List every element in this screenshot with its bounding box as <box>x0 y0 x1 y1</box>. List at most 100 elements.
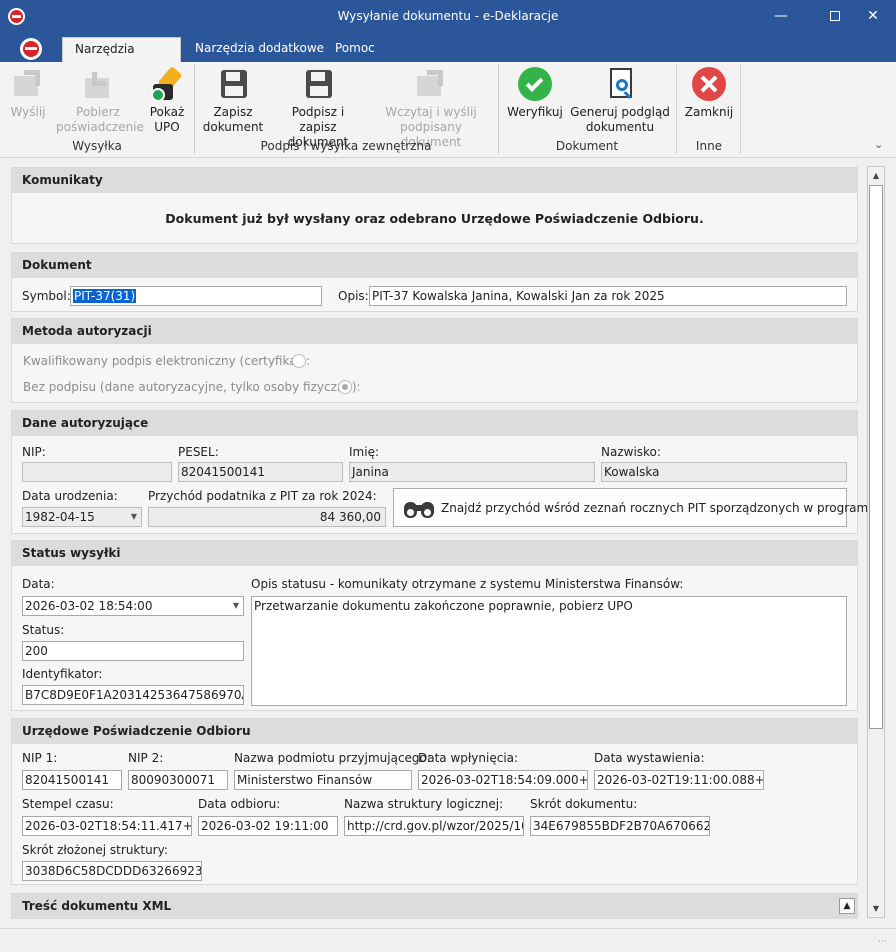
status-bar: ⋯ <box>0 928 896 952</box>
opis-label: Opis: <box>338 289 369 303</box>
app-menu-icon[interactable] <box>20 38 42 60</box>
przychod-field[interactable]: 84 360,00 <box>148 507 386 527</box>
dokument-header: Dokument <box>12 253 857 278</box>
komunikaty-header: Komunikaty <box>12 168 857 193</box>
opis-statusu-label: Opis statusu - komunikaty otrzymane z sy… <box>251 577 684 591</box>
komunikat-message: Dokument już był wysłany oraz odebrano U… <box>165 211 704 226</box>
symbol-input[interactable]: PIT-37(31) <box>70 286 322 306</box>
group-inne-label: Inne <box>695 139 723 153</box>
nip-field[interactable] <box>22 462 172 482</box>
podmiot-field[interactable]: Ministerstwo Finansów <box>234 770 412 790</box>
zapisz-dokument-button[interactable]: Zapisz dokument <box>200 66 266 135</box>
identyfikator-field[interactable]: B7C8D9E0F1A20314253647586970A1B <box>22 685 244 705</box>
weryfikuj-button[interactable]: Weryfikuj <box>504 66 566 120</box>
data-label: Data: <box>22 577 55 591</box>
scroll-down-icon[interactable]: ▼ <box>868 900 884 917</box>
data-wplyniecia-field[interactable]: 2026-03-02T18:54:09.000+01 <box>418 770 588 790</box>
chevron-up-icon[interactable]: ▲ <box>839 898 855 914</box>
dane-header: Dane autoryzujące <box>12 411 857 436</box>
skrot-struktury-label: Skrót złożonej struktury: <box>22 843 168 857</box>
pokaz-upo-button[interactable]: Pokaż UPO <box>146 66 188 135</box>
podpisz-i-zapisz-button[interactable]: Podpisz i zapisz dokument <box>272 66 364 150</box>
scroll-up-icon[interactable]: ▲ <box>868 167 884 184</box>
komunikaty-section: Komunikaty Dokument już był wysłany oraz… <box>11 167 858 244</box>
nip-label: NIP: <box>22 445 46 459</box>
chevron-down-icon: ▼ <box>130 512 137 521</box>
tab-narzedzia-glowne[interactable]: Narzędzia główne <box>62 37 181 79</box>
ribbon-separator <box>676 64 677 154</box>
document-preview-icon <box>602 66 638 102</box>
ribbon-separator <box>194 64 195 154</box>
ribbon: Wyślij Pobierz poświadczenie Pokaż UPO W… <box>0 62 896 158</box>
znajdz-przychod-button[interactable]: Znajdź przychód wśród zeznań rocznych PI… <box>393 488 879 527</box>
chevron-down-icon: ▼ <box>232 601 239 610</box>
minimize-button[interactable]: — <box>758 0 804 33</box>
stempel-label: Stempel czasu: <box>22 797 114 811</box>
skrot-struktury-field[interactable]: 3038D6C58DCDDD63266923A41 <box>22 861 202 881</box>
group-wysylka-label: Wysyłka <box>72 139 122 153</box>
dokument-section: Dokument Symbol: PIT-37(31) Opis: PIT-37… <box>11 252 858 312</box>
zamknij-button[interactable]: Zamknij <box>682 66 736 120</box>
bez-podpisu-radio[interactable] <box>338 380 352 394</box>
opis-statusu-textarea[interactable]: Przetwarzanie dokumentu zakończone popra… <box>251 596 847 706</box>
floppy-disk-icon <box>300 66 336 102</box>
close-button[interactable]: ✕ <box>850 0 896 33</box>
download-icon <box>80 66 116 102</box>
send-icon <box>10 66 46 102</box>
status-field[interactable]: 200 <box>22 641 244 661</box>
ribbon-tabs: Narzędzia główne Narzędzia dodatkowe Pom… <box>0 33 896 79</box>
data-wystawienia-label: Data wystawienia: <box>594 751 705 765</box>
floppy-disk-icon <box>215 66 251 102</box>
vertical-scrollbar[interactable]: ▲ ▼ <box>867 166 885 918</box>
kwalifikowany-label: Kwalifikowany podpis elektroniczny (cert… <box>23 354 311 368</box>
xml-section: Treść dokumentu XML ▲ <box>11 893 858 919</box>
pobierz-poswiadczenie-button[interactable]: Pobierz poświadczenie <box>56 66 144 135</box>
group-dokument-label: Dokument <box>555 139 619 153</box>
skrot-dokumentu-label: Skrót dokumentu: <box>530 797 638 811</box>
scroll-thumb[interactable] <box>869 185 883 729</box>
skrot-dokumentu-field[interactable]: 34E679855BDF2B70A670662CB <box>530 816 710 836</box>
podmiot-label: Nazwa podmiotu przyjmującego: <box>234 751 431 765</box>
ribbon-collapse-icon[interactable]: ⌄ <box>874 138 883 151</box>
stempel-field[interactable]: 2026-03-02T18:54:11.417+01 <box>22 816 192 836</box>
wczytaj-i-wyslij-button[interactable]: Wczytaj i wyślij podpisany dokument <box>370 66 492 150</box>
struktura-label: Nazwa struktury logicznej: <box>344 797 504 811</box>
data-combo[interactable]: 2026-03-02 18:54:00 ▼ <box>22 596 244 616</box>
imie-field[interactable]: Janina <box>349 462 595 482</box>
xml-header: Treść dokumentu XML <box>12 894 857 919</box>
tab-narzedzia-dodatkowe[interactable]: Narzędzia dodatkowe <box>183 37 336 62</box>
data-wplyniecia-label: Data wpłynięcia: <box>418 751 519 765</box>
pesel-label: PESEL: <box>178 445 219 459</box>
nip2-field[interactable]: 80090300071 <box>128 770 228 790</box>
data-wystawienia-field[interactable]: 2026-03-02T19:11:00.088+01 <box>594 770 764 790</box>
data-odbioru-label: Data odbioru: <box>198 797 281 811</box>
data-urodzenia-label: Data urodzenia: <box>22 489 118 503</box>
przychod-label: Przychód podatnika z PIT za rok 2024: <box>148 489 377 503</box>
binoculars-icon <box>404 498 436 518</box>
generuj-podglad-button[interactable]: Generuj podgląd dokumentu <box>570 66 670 135</box>
struktura-field[interactable]: http://crd.gov.pl/wzor/2025/10/ <box>344 816 524 836</box>
resize-grip-icon[interactable]: ⋯ <box>878 937 887 947</box>
data-urodzenia-combo[interactable]: 1982-04-15 ▼ <box>22 507 142 527</box>
upo-stamp-icon <box>149 66 185 102</box>
pesel-field[interactable]: 82041500141 <box>178 462 343 482</box>
wyslij-button[interactable]: Wyślij <box>6 66 50 120</box>
upo-header: Urzędowe Poświadczenie Odbioru <box>12 719 857 744</box>
upo-section: Urzędowe Poświadczenie Odbioru NIP 1: 82… <box>11 718 858 885</box>
ribbon-separator <box>498 64 499 154</box>
status-label: Status: <box>22 623 65 637</box>
tab-pomoc[interactable]: Pomoc <box>323 37 387 62</box>
nazwisko-label: Nazwisko: <box>601 445 661 459</box>
nazwisko-field[interactable]: Kowalska <box>601 462 847 482</box>
nip1-field[interactable]: 82041500141 <box>22 770 122 790</box>
metoda-header: Metoda autoryzacji <box>12 319 857 344</box>
symbol-label: Symbol: <box>22 289 71 303</box>
dane-section: Dane autoryzujące NIP: PESEL: 8204150014… <box>11 410 879 534</box>
kwalifikowany-radio[interactable] <box>292 354 306 368</box>
nip1-label: NIP 1: <box>22 751 58 765</box>
imie-label: Imię: <box>349 445 379 459</box>
data-odbioru-field[interactable]: 2026-03-02 19:11:00 <box>198 816 338 836</box>
ribbon-separator <box>740 64 741 154</box>
opis-input[interactable]: PIT-37 Kowalska Janina, Kowalski Jan za … <box>369 286 847 306</box>
title-bar: Wysyłanie dokumentu - e-Deklaracje — ✕ <box>0 0 896 33</box>
